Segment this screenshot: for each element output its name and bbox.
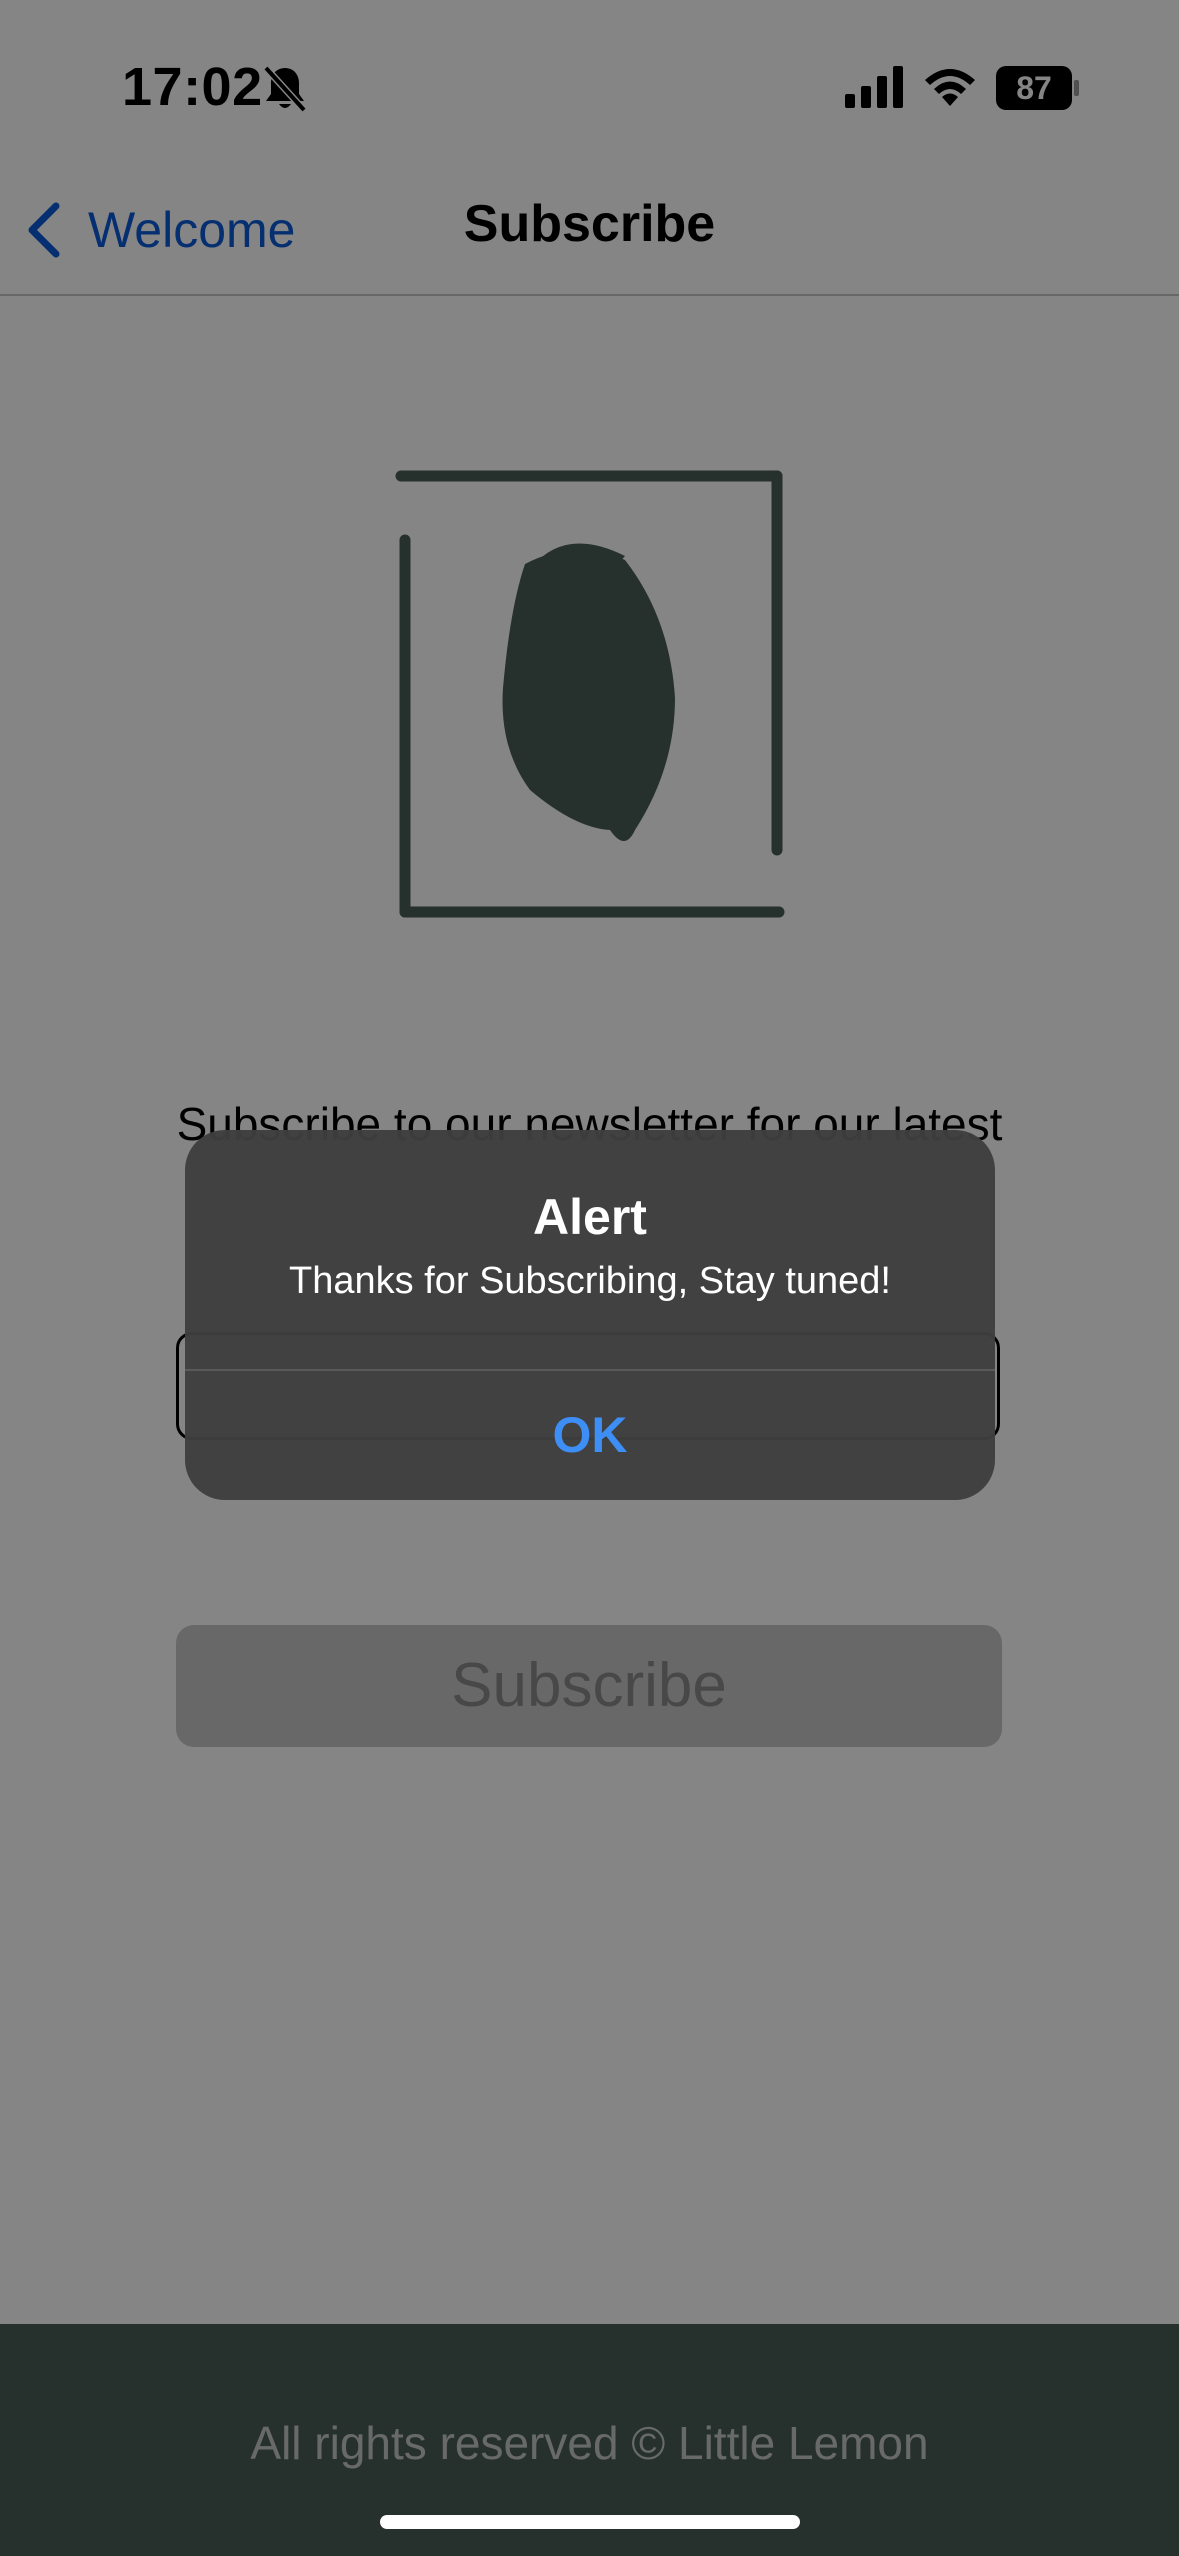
alert-ok-button[interactable]: OK: [185, 1371, 995, 1500]
home-indicator[interactable]: [380, 2515, 800, 2529]
subscribe-screen: 17:02 87 Welcome Subscribe Subscribe to …: [0, 0, 1179, 2556]
alert-dialog: Alert Thanks for Subscribing, Stay tuned…: [185, 1130, 995, 1500]
alert-message: Thanks for Subscribing, Stay tuned!: [289, 1260, 891, 1302]
alert-title: Alert: [533, 1189, 647, 1245]
